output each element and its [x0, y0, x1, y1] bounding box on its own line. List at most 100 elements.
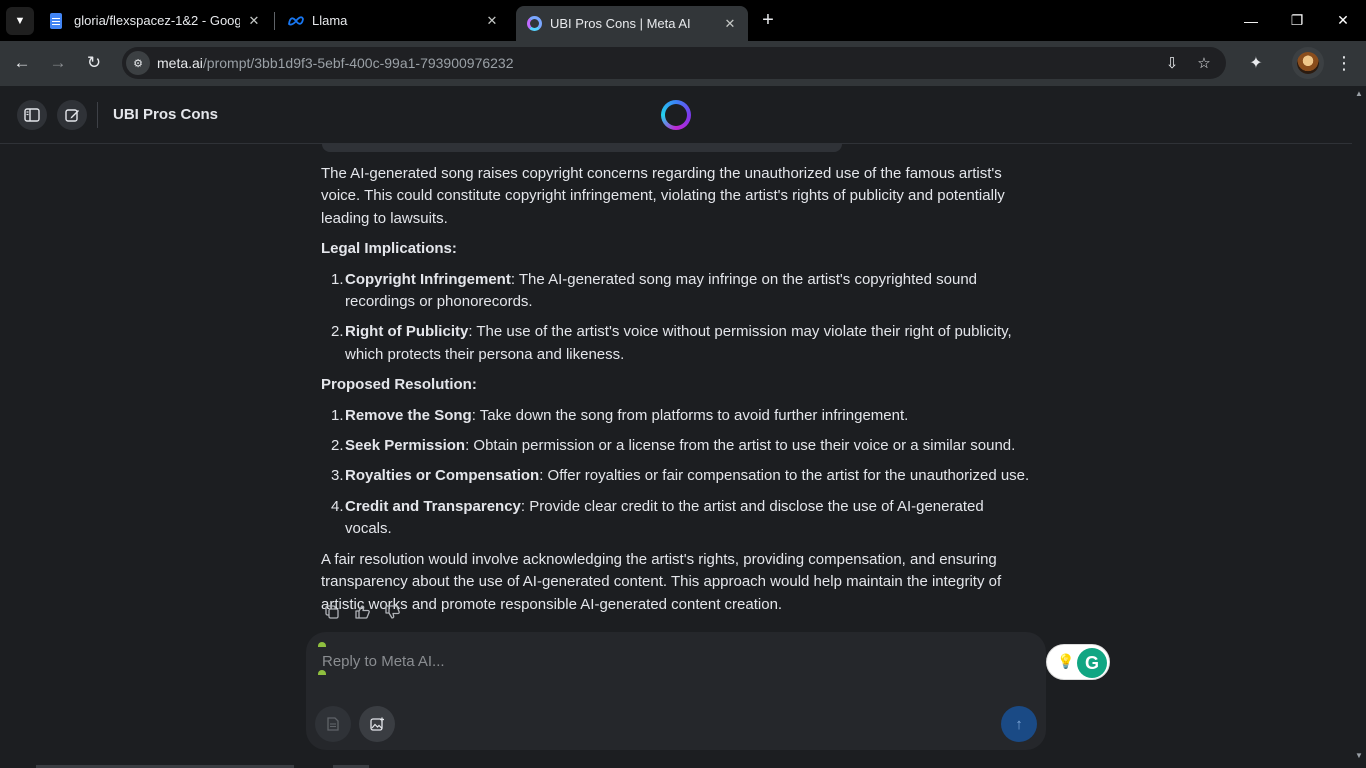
item-title: Right of Publicity — [345, 323, 469, 341]
tab-title: gloria/flexspacez-1&2 - Google — [74, 13, 240, 28]
new-tab-button[interactable]: + — [756, 8, 780, 32]
back-arrow-icon: ← — [13, 53, 31, 72]
profile-avatar[interactable] — [1292, 47, 1324, 79]
url-host: meta.ai — [157, 55, 203, 71]
list-number: 1. — [331, 270, 344, 288]
tab-meta-ai-active[interactable]: UBI Pros Cons | Meta AI ✕ — [516, 6, 748, 41]
legal-implications-heading: Legal Implications: — [321, 240, 457, 258]
dislike-button[interactable] — [382, 602, 402, 622]
sidebar-toggle-icon — [24, 108, 40, 122]
message-actions — [322, 602, 402, 622]
list-item: 2. Right of Publicity: The use of the art… — [321, 321, 1033, 366]
item-title: Credit and Transparency — [345, 497, 521, 515]
list-number: 1. — [331, 406, 344, 424]
tab-separator — [274, 12, 275, 30]
browser-toolbar: ← → ↻ ⚙ meta.ai/prompt/3bb1d9f3-5ebf-400… — [0, 41, 1366, 86]
message-intro: The AI-generated song raises copyright c… — [321, 165, 1005, 227]
copy-button[interactable] — [322, 602, 342, 622]
site-info-button[interactable]: ⚙ — [126, 51, 150, 75]
page-scrollbar[interactable]: ▲ ▼ — [1352, 86, 1366, 768]
item-text: : Offer royalties or fair compensation t… — [539, 467, 1030, 485]
grammarly-logo-icon[interactable]: G — [1077, 648, 1107, 678]
assistant-message: The AI-generated song raises copyright c… — [321, 163, 1033, 624]
google-docs-icon — [50, 12, 62, 29]
tab-title: UBI Pros Cons | Meta AI — [550, 16, 691, 31]
bookmark-button[interactable]: ☆ — [1192, 51, 1216, 75]
chevron-down-icon: ▼ — [14, 15, 26, 27]
window-close-button[interactable]: ✕ — [1320, 0, 1366, 41]
meta-logo-icon — [288, 13, 304, 29]
item-text: : Obtain permission or a license from th… — [465, 437, 1016, 455]
arrow-up-icon: ↑ — [1015, 715, 1023, 733]
url-path: /prompt/3bb1d9f3-5ebf-400c-99a1-79390097… — [202, 55, 514, 71]
forward-button[interactable]: → — [44, 49, 72, 77]
extensions-button[interactable]: ✦ — [1242, 49, 1270, 77]
header-divider — [97, 102, 98, 128]
url-text[interactable]: meta.ai/prompt/3bb1d9f3-5ebf-400c-99a1-7… — [157, 55, 514, 71]
scroll-up-icon[interactable]: ▲ — [1355, 90, 1363, 98]
close-icon[interactable]: ✕ — [722, 16, 738, 32]
add-image-button[interactable] — [359, 706, 395, 742]
thumbs-down-icon — [384, 605, 400, 619]
scroll-down-icon[interactable]: ▼ — [1355, 752, 1363, 760]
like-button[interactable] — [352, 602, 372, 622]
grammarly-marker — [318, 642, 326, 647]
star-icon: ☆ — [1197, 55, 1211, 72]
reload-icon: ↻ — [86, 53, 102, 72]
reply-input[interactable] — [322, 650, 1022, 672]
more-vert-icon: ⋮ — [1335, 52, 1353, 73]
list-item: 1. Remove the Song: Take down the song fr… — [321, 405, 1033, 427]
list-number: 2. — [331, 323, 344, 341]
reply-composer: ↑ — [306, 632, 1046, 750]
list-number: 2. — [331, 437, 344, 455]
address-bar[interactable]: ⚙ meta.ai/prompt/3bb1d9f3-5ebf-400c-99a1… — [122, 47, 1226, 79]
browser-tab-strip: ▼ gloria/flexspacez-1&2 - Google ✕ Llama… — [0, 0, 1366, 41]
chat-header: UBI Pros Cons — [0, 86, 1352, 144]
list-item: 1. Copyright Infringement: The AI-generat… — [321, 269, 1033, 314]
sidebar-toggle-button[interactable] — [17, 100, 47, 130]
close-icon[interactable]: ✕ — [484, 13, 500, 29]
list-number: 3. — [331, 467, 344, 485]
legal-implications-list: 1. Copyright Infringement: The AI-generat… — [321, 269, 1033, 367]
thumbs-up-icon — [354, 605, 370, 619]
send-button[interactable]: ↑ — [1001, 706, 1037, 742]
site-info-icon: ⚙ — [133, 57, 143, 70]
list-item: 4. Credit and Transparency: Provide clear… — [321, 496, 1033, 541]
item-text: : Take down the song from platforms to a… — [471, 406, 909, 424]
list-item: 2. Seek Permission: Obtain permission or … — [321, 435, 1033, 457]
list-item: 3. Royalties or Compensation: Offer royal… — [321, 465, 1033, 487]
image-icon — [370, 717, 384, 731]
install-app-button[interactable]: ⇩ — [1160, 51, 1184, 75]
copy-icon — [325, 605, 339, 619]
close-icon[interactable]: ✕ — [246, 13, 262, 29]
new-chat-button[interactable] — [57, 100, 87, 130]
edit-icon — [64, 108, 79, 122]
minimize-button[interactable]: — — [1228, 0, 1274, 41]
tab-google-docs[interactable]: gloria/flexspacez-1&2 - Google ✕ — [40, 6, 272, 35]
proposed-resolution-heading: Proposed Resolution: — [321, 376, 477, 394]
back-button[interactable]: ← — [8, 49, 36, 77]
item-title: Seek Permission — [345, 437, 466, 455]
item-title: Remove the Song — [345, 406, 472, 424]
puzzle-icon: ✦ — [1249, 55, 1263, 72]
message-conclusion: A fair resolution would involve acknowle… — [321, 550, 1002, 613]
previous-message-bubble — [322, 144, 842, 152]
restore-button[interactable]: ❐ — [1274, 0, 1320, 41]
browser-menu-button[interactable]: ⋮ — [1332, 49, 1356, 77]
tab-title: Llama — [312, 13, 348, 28]
proposed-resolution-list: 1. Remove the Song: Take down the song fr… — [321, 405, 1033, 541]
tab-search-button[interactable]: ▼ — [6, 7, 34, 35]
item-title: Royalties or Compensation — [345, 467, 540, 485]
lightbulb-icon[interactable]: 💡 — [1057, 653, 1074, 671]
tab-llama[interactable]: Llama ✕ — [278, 6, 510, 35]
meta-ai-ring-icon — [526, 16, 542, 32]
grammarly-widget[interactable]: 💡 G — [1046, 644, 1110, 680]
avatar-image — [1297, 52, 1319, 74]
list-number: 4. — [331, 497, 344, 515]
meta-ai-logo-icon — [661, 100, 691, 130]
attach-file-button[interactable] — [315, 706, 351, 742]
document-icon — [327, 717, 339, 731]
reload-button[interactable]: ↻ — [80, 49, 108, 77]
chat-title: UBI Pros Cons — [113, 106, 219, 123]
forward-arrow-icon: → — [49, 53, 67, 72]
